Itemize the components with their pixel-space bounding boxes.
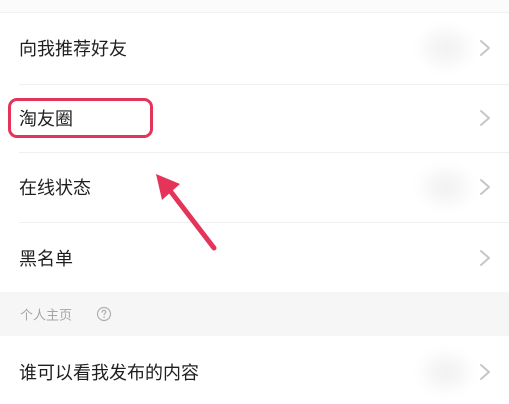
top-strip <box>0 0 509 13</box>
blurred-value <box>418 350 474 394</box>
section-title: 个人主页 <box>20 308 73 324</box>
settings-row-recommend-friends[interactable]: 向我推荐好友 <box>0 16 509 80</box>
row-label: 谁可以看我发布的内容 <box>19 363 199 384</box>
question-circle-icon[interactable] <box>96 306 112 322</box>
chevron-right-icon <box>480 179 490 195</box>
row-label: 黑名单 <box>19 249 73 270</box>
row-label: 向我推荐好友 <box>19 39 127 60</box>
chevron-right-icon <box>480 110 490 126</box>
highlight-annotation-box <box>8 98 153 138</box>
privacy-settings-screen: 向我推荐好友 淘友圈 在线状态 黑名单 个人主页 谁可以看我发布的内容 <box>0 0 509 404</box>
chevron-right-icon <box>480 364 490 380</box>
chevron-right-icon <box>480 40 490 56</box>
row-divider <box>19 222 509 223</box>
row-divider <box>19 84 509 85</box>
blurred-value <box>418 26 474 70</box>
row-label: 在线状态 <box>19 178 91 199</box>
settings-row-who-can-see-posts[interactable]: 谁可以看我发布的内容 <box>0 340 509 404</box>
settings-row-blacklist[interactable]: 黑名单 <box>0 226 509 290</box>
settings-row-online-status[interactable]: 在线状态 <box>0 155 509 219</box>
red-arrow-annotation <box>156 174 217 251</box>
row-divider <box>19 152 509 153</box>
section-header-personal-homepage: 个人主页 <box>0 292 509 336</box>
chevron-right-icon <box>480 250 490 266</box>
blurred-value <box>418 165 474 209</box>
